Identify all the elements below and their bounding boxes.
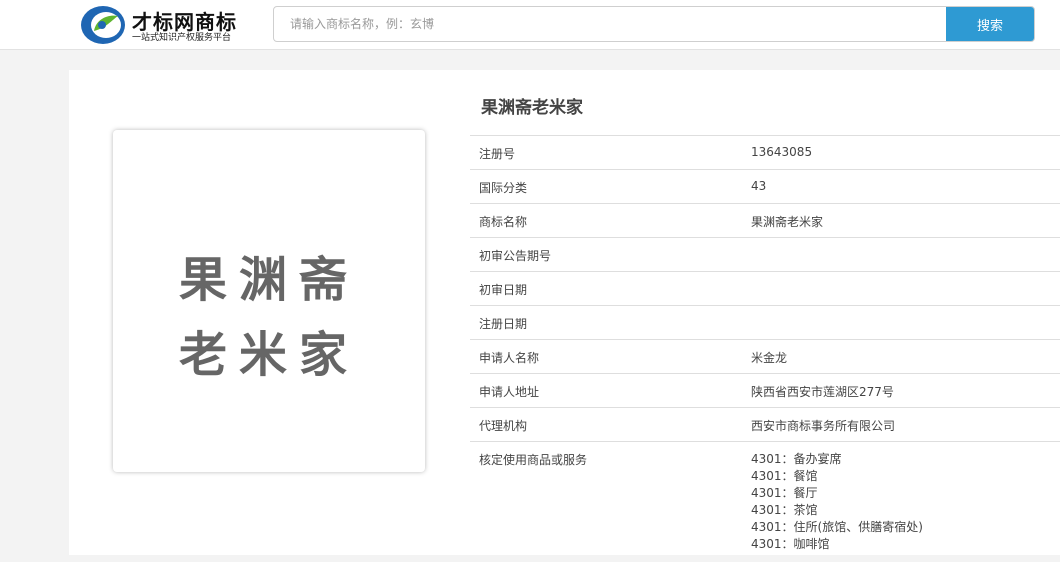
trademark-info-table: 注册号 13643085 国际分类 43 商标名称 果渊斋老米家 初审公告期号 …: [470, 135, 1060, 562]
info-row-registration-number: 注册号 13643085: [470, 136, 1060, 170]
service-item: 4301：备办宴席: [751, 452, 842, 466]
info-row-applicant-name: 申请人名称 米金龙: [470, 340, 1060, 374]
info-row-preliminary-date: 初审日期: [470, 272, 1060, 306]
trademark-image-text-line1: 果渊斋: [178, 252, 359, 308]
info-row-services: 核定使用商品或服务 4301：备办宴席 4301：餐馆 4301：餐厅 4301…: [470, 442, 1060, 562]
info-row-trademark-name: 商标名称 果渊斋老米家: [470, 204, 1060, 238]
service-item: 4301：咖啡馆: [751, 537, 830, 551]
info-value: 果渊斋老米家: [751, 215, 824, 229]
logo-subtitle: 一站式知识产权服务平台: [132, 33, 232, 43]
info-label: 代理机构: [479, 419, 528, 433]
info-row-applicant-address: 申请人地址 陕西省西安市莲湖区277号: [470, 374, 1060, 408]
service-list: 4301：备办宴席 4301：餐馆 4301：餐厅 4301：茶馆 4301：住…: [751, 451, 923, 553]
info-value: 43: [751, 179, 767, 193]
info-label: 注册号: [479, 147, 516, 161]
info-row-registration-date: 注册日期: [470, 306, 1060, 340]
trademark-image-text-line2: 老米家: [178, 327, 359, 383]
search-input[interactable]: [274, 7, 946, 41]
trademark-title: 果渊斋老米家: [481, 98, 583, 118]
service-item: 4301：餐馆: [751, 469, 818, 483]
info-label: 商标名称: [479, 215, 528, 229]
info-label: 初审日期: [479, 283, 528, 297]
trademark-image: 果渊斋 老米家: [113, 130, 425, 472]
info-row-international-class: 国际分类 43: [470, 170, 1060, 204]
search-button[interactable]: 搜索: [946, 7, 1034, 41]
caibiao-logo-icon: [81, 6, 125, 44]
info-label: 申请人名称: [479, 351, 540, 365]
info-label: 国际分类: [479, 181, 528, 195]
service-item: 4301：餐厅: [751, 486, 818, 500]
info-row-preliminary-announcement-number: 初审公告期号: [470, 238, 1060, 272]
site-logo[interactable]: 才标网商标 一站式知识产权服务平台: [80, 4, 240, 46]
info-label: 初审公告期号: [479, 249, 552, 263]
service-item: 4301：住所(旅馆、供膳寄宿处): [751, 520, 923, 534]
info-label: 申请人地址: [479, 385, 540, 399]
info-row-agency: 代理机构 西安市商标事务所有限公司: [470, 408, 1060, 442]
info-value: 陕西省西安市莲湖区277号: [751, 385, 894, 399]
info-value: 13643085: [751, 145, 813, 159]
info-label: 注册日期: [479, 317, 528, 331]
info-label: 核定使用商品或服务: [479, 453, 588, 467]
info-value: 米金龙: [751, 351, 788, 365]
trademark-detail-panel: 果渊斋 老米家 果渊斋老米家 注册号 13643085 国际分类 43 商标名称…: [69, 70, 1060, 555]
info-value: 西安市商标事务所有限公司: [751, 419, 896, 433]
top-header: 才标网商标 一站式知识产权服务平台 搜索: [0, 0, 1060, 50]
service-item: 4301：茶馆: [751, 503, 818, 517]
search-bar: 搜索: [273, 6, 1035, 42]
